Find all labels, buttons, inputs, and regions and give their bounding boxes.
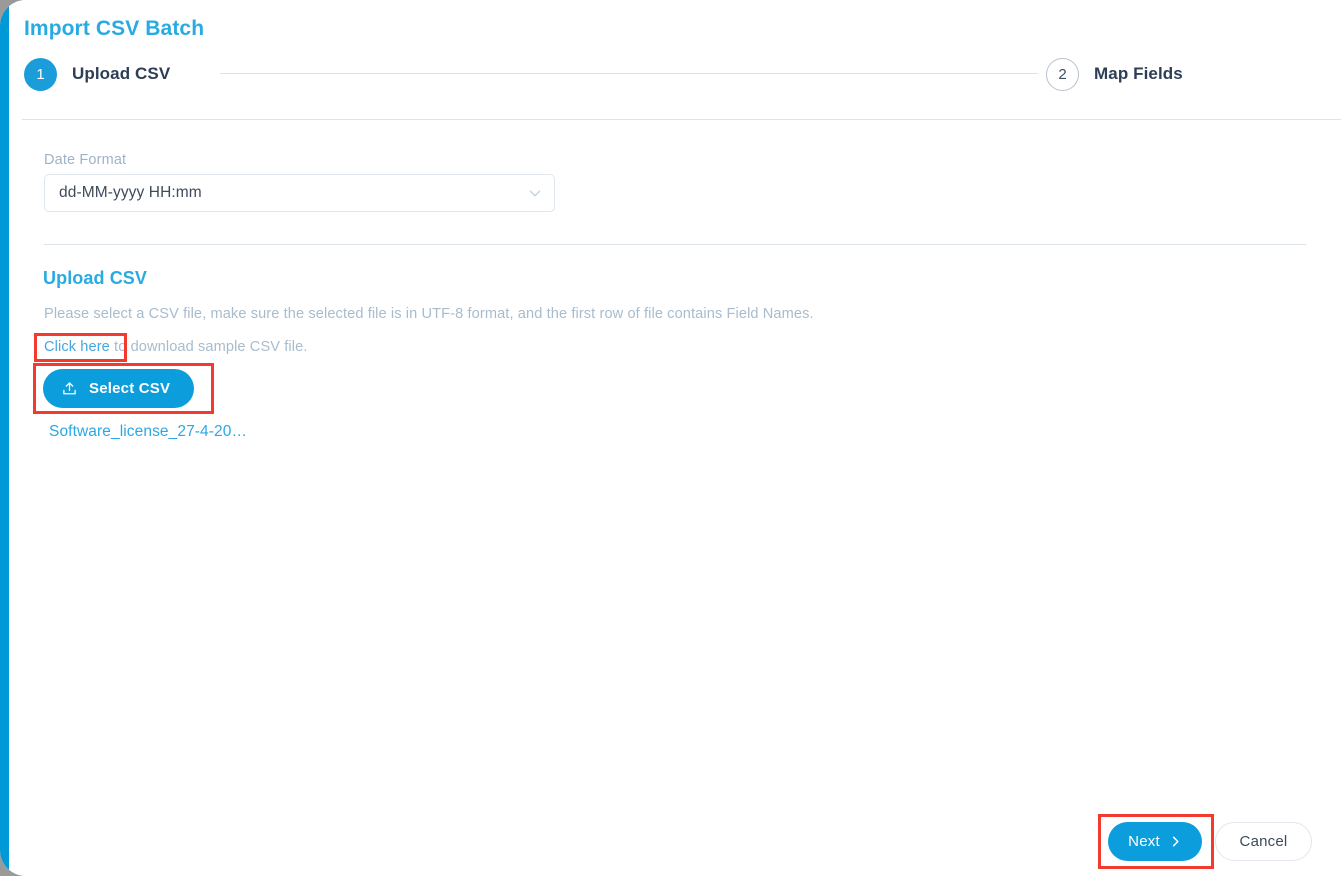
date-format-label: Date Format — [44, 152, 126, 168]
upload-section-heading: Upload CSV — [43, 268, 147, 289]
cancel-button[interactable]: Cancel — [1215, 822, 1312, 861]
download-sample-line: Click here to download sample CSV file. — [44, 339, 307, 355]
upload-instructions: Please select a CSV file, make sure the … — [44, 306, 814, 322]
section-divider — [44, 244, 1306, 245]
next-button[interactable]: Next — [1108, 822, 1202, 861]
step-1-number: 1 — [24, 58, 57, 91]
header-divider — [22, 119, 1341, 120]
select-csv-button-label: Select CSV — [89, 380, 170, 397]
import-csv-dialog: Import CSV Batch 1 Upload CSV 2 Map Fiel… — [0, 0, 1341, 876]
upload-icon — [61, 380, 78, 397]
download-sample-text: to download sample CSV file. — [110, 339, 308, 355]
step-1-label: Upload CSV — [72, 64, 170, 84]
next-button-label: Next — [1128, 833, 1160, 850]
panel-accent-bar — [0, 0, 9, 876]
step-2-number: 2 — [1046, 58, 1079, 91]
selected-file-name[interactable]: Software_license_27-4-20… — [49, 423, 247, 441]
cancel-button-label: Cancel — [1240, 833, 1288, 850]
date-format-value: dd-MM-yyyy HH:mm — [59, 184, 526, 202]
stepper: 1 Upload CSV 2 Map Fields — [24, 56, 1314, 92]
download-sample-link[interactable]: Click here — [44, 339, 110, 355]
stepper-step-upload-csv[interactable]: 1 Upload CSV — [24, 56, 170, 92]
chevron-right-icon — [1169, 835, 1182, 848]
date-format-select[interactable]: dd-MM-yyyy HH:mm — [44, 174, 555, 212]
select-csv-button[interactable]: Select CSV — [43, 369, 194, 408]
stepper-step-map-fields[interactable]: 2 Map Fields — [1046, 56, 1183, 92]
page-title: Import CSV Batch — [24, 17, 204, 41]
step-2-label: Map Fields — [1094, 64, 1183, 84]
stepper-connector-line — [220, 73, 1038, 74]
chevron-down-icon — [526, 184, 544, 202]
